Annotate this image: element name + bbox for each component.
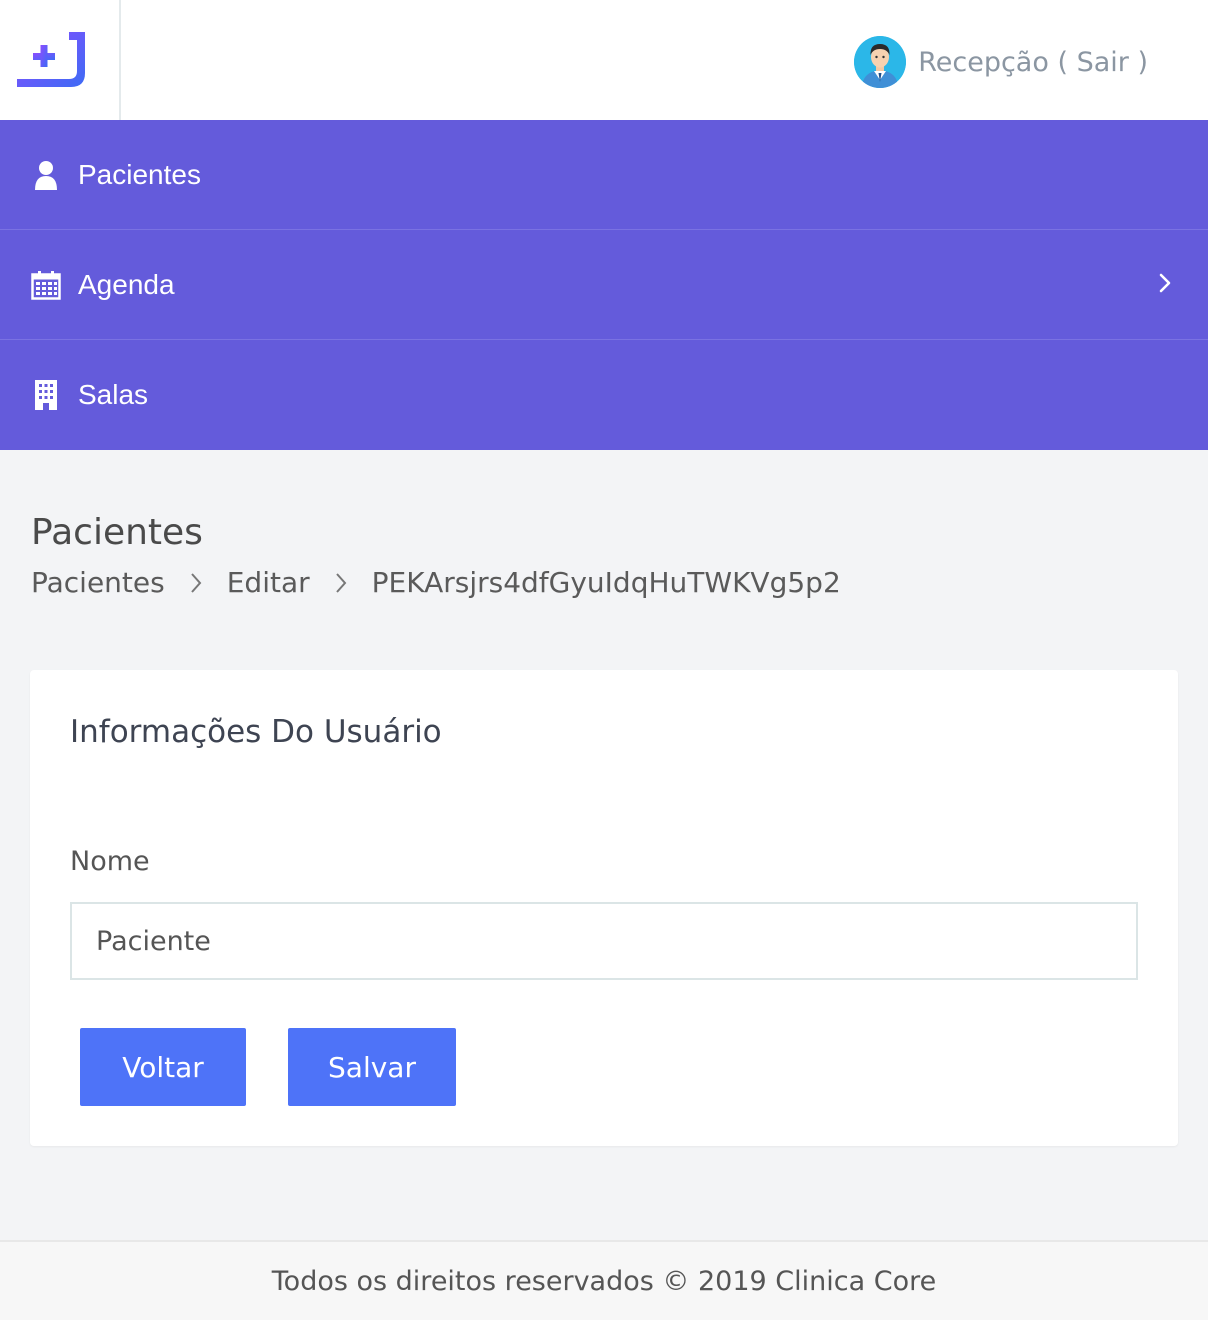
breadcrumb: Pacientes Editar PEKArsjrs4dfGyuIdqHuTWK… [31, 566, 841, 599]
user-label: Recepção ( Sair ) [918, 47, 1148, 78]
footer-text: Todos os direitos reservados © 2019 Clin… [271, 1265, 937, 1297]
back-button[interactable]: Voltar [80, 1028, 246, 1106]
name-input[interactable] [70, 902, 1138, 980]
page-title: Pacientes [31, 512, 203, 553]
user-info-card: Informações Do Usuário Nome Voltar Salva… [30, 670, 1178, 1146]
nav-item-salas[interactable]: Salas [0, 340, 1208, 450]
logout-link[interactable]: ( Sair ) [1057, 47, 1148, 78]
user-menu[interactable]: Recepção ( Sair ) [854, 34, 1148, 90]
chevron-right-icon [189, 571, 203, 595]
footer: Todos os direitos reservados © 2019 Clin… [0, 1240, 1208, 1320]
main-nav: Pacientes Agenda Salas [0, 120, 1208, 450]
nav-item-label: Pacientes [78, 158, 201, 190]
nav-item-agenda[interactable]: Agenda [0, 230, 1208, 340]
building-icon [28, 377, 64, 413]
avatar [854, 36, 907, 88]
nav-item-label: Salas [78, 379, 149, 410]
user-name: Recepção [918, 46, 1049, 78]
calendar-icon [28, 267, 64, 303]
save-button[interactable]: Salvar [288, 1028, 456, 1106]
chevron-right-icon [1158, 272, 1172, 298]
breadcrumb-item-pacientes[interactable]: Pacientes [31, 566, 165, 599]
top-header: Recepção ( Sair ) [0, 0, 1208, 120]
nav-item-label: Agenda [78, 268, 175, 300]
logo-icon [17, 32, 85, 87]
card-title: Informações Do Usuário [70, 714, 442, 750]
name-label: Nome [70, 846, 150, 877]
nav-item-pacientes[interactable]: Pacientes [0, 120, 1208, 230]
breadcrumb-item-editar[interactable]: Editar [227, 566, 310, 599]
breadcrumb-item-current: PEKArsjrs4dfGyuIdqHuTWKVg5p2 [371, 566, 841, 599]
user-icon [28, 157, 64, 193]
logo[interactable] [0, 0, 121, 120]
chevron-right-icon [334, 571, 348, 595]
